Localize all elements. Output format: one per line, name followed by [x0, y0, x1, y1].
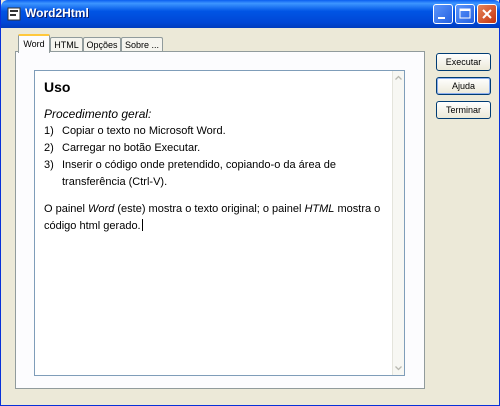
app-window: Word2Html Word HTML Opções Sobre ... Uso… — [0, 0, 500, 406]
app-icon — [7, 7, 21, 21]
paragraph-emphasis: Word — [88, 203, 115, 215]
document-content: Uso Procedimento geral: 1) Copiar o texto… — [44, 79, 390, 235]
title-bar[interactable]: Word2Html — [1, 0, 500, 28]
exit-button[interactable]: Terminar — [436, 101, 491, 119]
document-heading: Uso — [44, 79, 71, 95]
tab-html[interactable]: HTML — [50, 37, 83, 52]
close-button[interactable] — [477, 4, 497, 24]
paragraph-text: (este) mostra o texto original; o painel — [114, 203, 305, 215]
list-item: 2) Carregar no botão Executar. — [44, 140, 390, 157]
step-text: Inserir o código onde pretendido, copian… — [62, 159, 336, 188]
step-text: Copiar o texto no Microsoft Word. — [62, 125, 226, 137]
tab-word[interactable]: Word — [18, 34, 50, 53]
scroll-up-icon — [395, 75, 402, 80]
scroll-down-icon — [395, 366, 402, 371]
minimize-button[interactable] — [433, 4, 453, 24]
execute-button[interactable]: Executar — [436, 53, 491, 71]
step-number: 3) — [44, 159, 54, 171]
paragraph-emphasis: HTML — [304, 203, 335, 215]
maximize-button[interactable] — [455, 4, 475, 24]
window-title: Word2Html — [25, 6, 89, 20]
vertical-scrollbar[interactable] — [392, 71, 404, 375]
step-text: Carregar no botão Executar. — [62, 142, 201, 154]
tab-opcoes[interactable]: Opções — [83, 37, 121, 52]
paragraph-text: O painel — [44, 203, 89, 215]
text-cursor — [141, 219, 143, 231]
close-icon — [482, 9, 492, 19]
word-text-editor[interactable]: Uso Procedimento geral: 1) Copiar o texto… — [34, 70, 405, 376]
help-button[interactable]: Ajuda — [436, 77, 491, 95]
list-item: 1) Copiar o texto no Microsoft Word. — [44, 123, 390, 140]
step-number: 1) — [44, 125, 54, 137]
maximize-icon — [459, 8, 471, 19]
document-paragraph: O painel Word (este) mostra o texto orig… — [44, 201, 390, 235]
tab-sobre[interactable]: Sobre ... — [121, 37, 163, 52]
minimize-icon — [438, 17, 445, 19]
step-number: 2) — [44, 142, 54, 154]
document-subheading: Procedimento geral: — [44, 107, 152, 121]
list-item: 3) Inserir o código onde pretendido, copi… — [44, 157, 390, 191]
